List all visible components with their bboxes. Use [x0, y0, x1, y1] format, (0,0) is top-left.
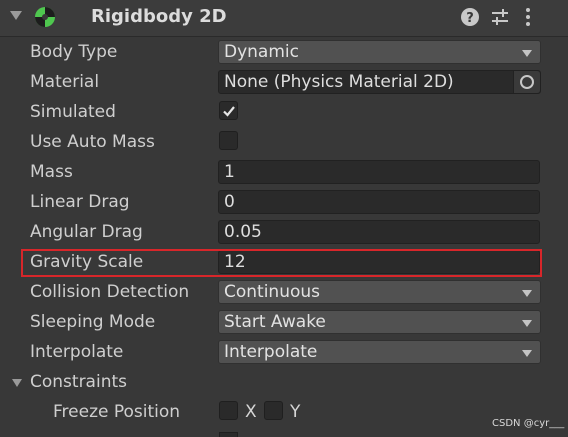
row-use-auto-mass: Use Auto Mass	[0, 128, 568, 158]
object-picker-button[interactable]	[513, 71, 540, 93]
freeze-position-y-checkbox[interactable]	[264, 401, 283, 420]
row-mass: Mass 1	[0, 158, 568, 188]
dropdown-arrow-icon	[522, 290, 532, 297]
watermark-text: CSDN @cyr___	[492, 418, 565, 429]
sleeping-mode-value: Start Awake	[224, 312, 326, 332]
collision-detection-value: Continuous	[224, 282, 321, 302]
dropdown-arrow-icon	[522, 50, 532, 57]
component-header[interactable]: Rigidbody 2D ?	[0, 0, 568, 37]
row-linear-drag: Linear Drag 0	[0, 188, 568, 218]
material-value: None (Physics Material 2D)	[224, 72, 454, 92]
angular-drag-label: Angular Drag	[30, 222, 143, 242]
body-type-label: Body Type	[30, 42, 118, 62]
component-title: Rigidbody 2D	[91, 6, 227, 27]
inspector-panel: Rigidbody 2D ? Body Type Dynamic Materia…	[0, 0, 568, 437]
dropdown-arrow-icon	[522, 350, 532, 357]
help-icon[interactable]: ?	[459, 6, 481, 28]
freeze-position-x-label: X	[245, 402, 257, 422]
mass-value: 1	[224, 162, 235, 182]
foldout-arrow-icon[interactable]	[10, 11, 22, 20]
sleeping-mode-dropdown[interactable]: Start Awake	[218, 310, 541, 334]
dropdown-arrow-icon	[522, 320, 532, 327]
collision-detection-label: Collision Detection	[30, 282, 190, 302]
use-auto-mass-label: Use Auto Mass	[30, 132, 155, 152]
mass-label: Mass	[30, 162, 73, 182]
rigidbody2d-icon	[35, 7, 55, 27]
freeze-position-y-label: Y	[290, 402, 301, 422]
svg-text:?: ?	[466, 11, 474, 26]
freeze-rotation-checkbox-partial[interactable]	[219, 432, 238, 437]
mass-field[interactable]: 1	[218, 160, 540, 184]
constraints-foldout[interactable]: Constraints	[0, 368, 568, 398]
material-object-field[interactable]: None (Physics Material 2D)	[218, 70, 541, 94]
sleeping-mode-label: Sleeping Mode	[30, 312, 156, 332]
constraints-label: Constraints	[30, 372, 127, 392]
object-picker-icon	[520, 75, 534, 89]
interpolate-label: Interpolate	[30, 342, 124, 362]
simulated-checkbox[interactable]	[219, 101, 238, 120]
angular-drag-value: 0.05	[224, 222, 262, 242]
checkmark-icon	[223, 106, 235, 117]
interpolate-value: Interpolate	[224, 342, 318, 362]
row-simulated: Simulated	[0, 98, 568, 128]
linear-drag-value: 0	[224, 192, 235, 212]
body-type-dropdown[interactable]: Dynamic	[218, 40, 541, 64]
freeze-position-label: Freeze Position	[53, 402, 181, 422]
angular-drag-field[interactable]: 0.05	[218, 220, 540, 244]
interpolate-dropdown[interactable]: Interpolate	[218, 340, 541, 364]
foldout-arrow-icon[interactable]	[12, 379, 22, 387]
linear-drag-field[interactable]: 0	[218, 190, 540, 214]
more-options-icon[interactable]	[517, 6, 539, 28]
row-angular-drag: Angular Drag 0.05	[0, 218, 568, 248]
simulated-label: Simulated	[30, 102, 116, 122]
material-label: Material	[30, 72, 100, 92]
gravity-scale-highlight-box	[21, 249, 542, 277]
row-collision-detection: Collision Detection Continuous	[0, 278, 568, 308]
use-auto-mass-checkbox[interactable]	[219, 131, 238, 150]
collision-detection-dropdown[interactable]: Continuous	[218, 280, 541, 304]
row-interpolate: Interpolate Interpolate	[0, 338, 568, 368]
body-type-value: Dynamic	[224, 42, 299, 62]
row-material: Material None (Physics Material 2D)	[0, 68, 568, 98]
presets-icon[interactable]	[489, 6, 511, 28]
row-body-type: Body Type Dynamic	[0, 38, 568, 68]
linear-drag-label: Linear Drag	[30, 192, 130, 212]
freeze-position-x-checkbox[interactable]	[219, 401, 238, 420]
row-sleeping-mode: Sleeping Mode Start Awake	[0, 308, 568, 338]
row-freeze-position: Freeze Position X Y	[0, 398, 568, 428]
